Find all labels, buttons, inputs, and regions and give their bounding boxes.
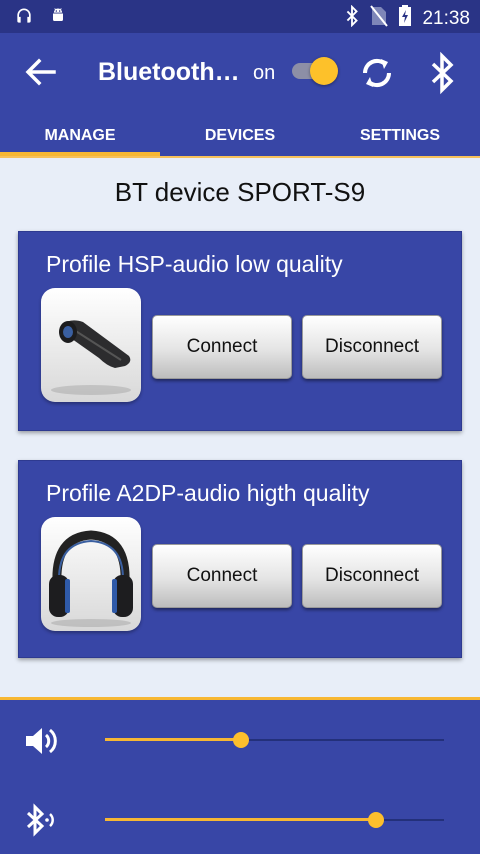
back-button[interactable]	[20, 53, 60, 93]
tab-manage[interactable]: MANAGE	[0, 115, 160, 157]
headphones-status-icon	[14, 6, 34, 31]
slider-fill	[105, 738, 241, 741]
tab-settings[interactable]: SETTINGS	[320, 115, 480, 157]
slider-thumb[interactable]	[232, 732, 249, 748]
app-title: Bluetooth…	[98, 58, 238, 86]
bluetooth-status-icon	[344, 4, 360, 32]
tab-devices[interactable]: DEVICES	[160, 115, 320, 157]
back-arrow-icon	[25, 58, 56, 86]
refresh-button[interactable]	[357, 53, 397, 93]
status-bar: 21:38	[0, 0, 480, 33]
bluetooth-audio-icon	[24, 802, 60, 838]
connect-button[interactable]: Connect	[152, 544, 292, 608]
headset-image	[41, 288, 141, 404]
bluetooth-toggle[interactable]	[290, 56, 340, 86]
profile-title: Profile HSP-audio low quality	[46, 251, 343, 277]
profile-title: Profile A2DP-audio higth quality	[46, 480, 370, 506]
bluetooth-button[interactable]	[423, 51, 463, 95]
volume-icon	[24, 724, 60, 758]
connect-button[interactable]: Connect	[152, 315, 292, 379]
headphones-icon	[49, 530, 133, 627]
toggle-label: on	[253, 62, 276, 84]
profile-card-a2dp: Profile A2DP-audio higth quality Connect…	[18, 460, 462, 658]
slider-fill	[105, 818, 377, 821]
profile-card-hsp: Profile HSP-audio low quality Connect Di…	[18, 231, 462, 431]
slider-thumb[interactable]	[368, 812, 385, 828]
battery-charging-icon	[398, 5, 412, 32]
device-title: BT device SPORT-S9	[114, 177, 366, 207]
volume-panel-divider	[0, 697, 480, 700]
bluetooth-icon	[431, 51, 454, 95]
headphones-image	[41, 517, 141, 633]
no-sim-icon	[370, 5, 389, 32]
refresh-icon	[362, 58, 392, 88]
media-volume-slider[interactable]	[105, 728, 444, 752]
toggle-knob	[310, 57, 338, 85]
bluetooth-volume-slider[interactable]	[105, 808, 444, 832]
disconnect-button[interactable]: Disconnect	[302, 315, 442, 379]
disconnect-button[interactable]: Disconnect	[302, 544, 442, 608]
clock: 21:38	[422, 7, 470, 29]
app-bar: Bluetooth… on	[0, 33, 480, 115]
tab-bar: MANAGE DEVICES SETTINGS	[0, 115, 480, 157]
headset-icon	[51, 320, 131, 395]
tab-divider	[0, 156, 480, 158]
android-icon	[48, 6, 68, 31]
